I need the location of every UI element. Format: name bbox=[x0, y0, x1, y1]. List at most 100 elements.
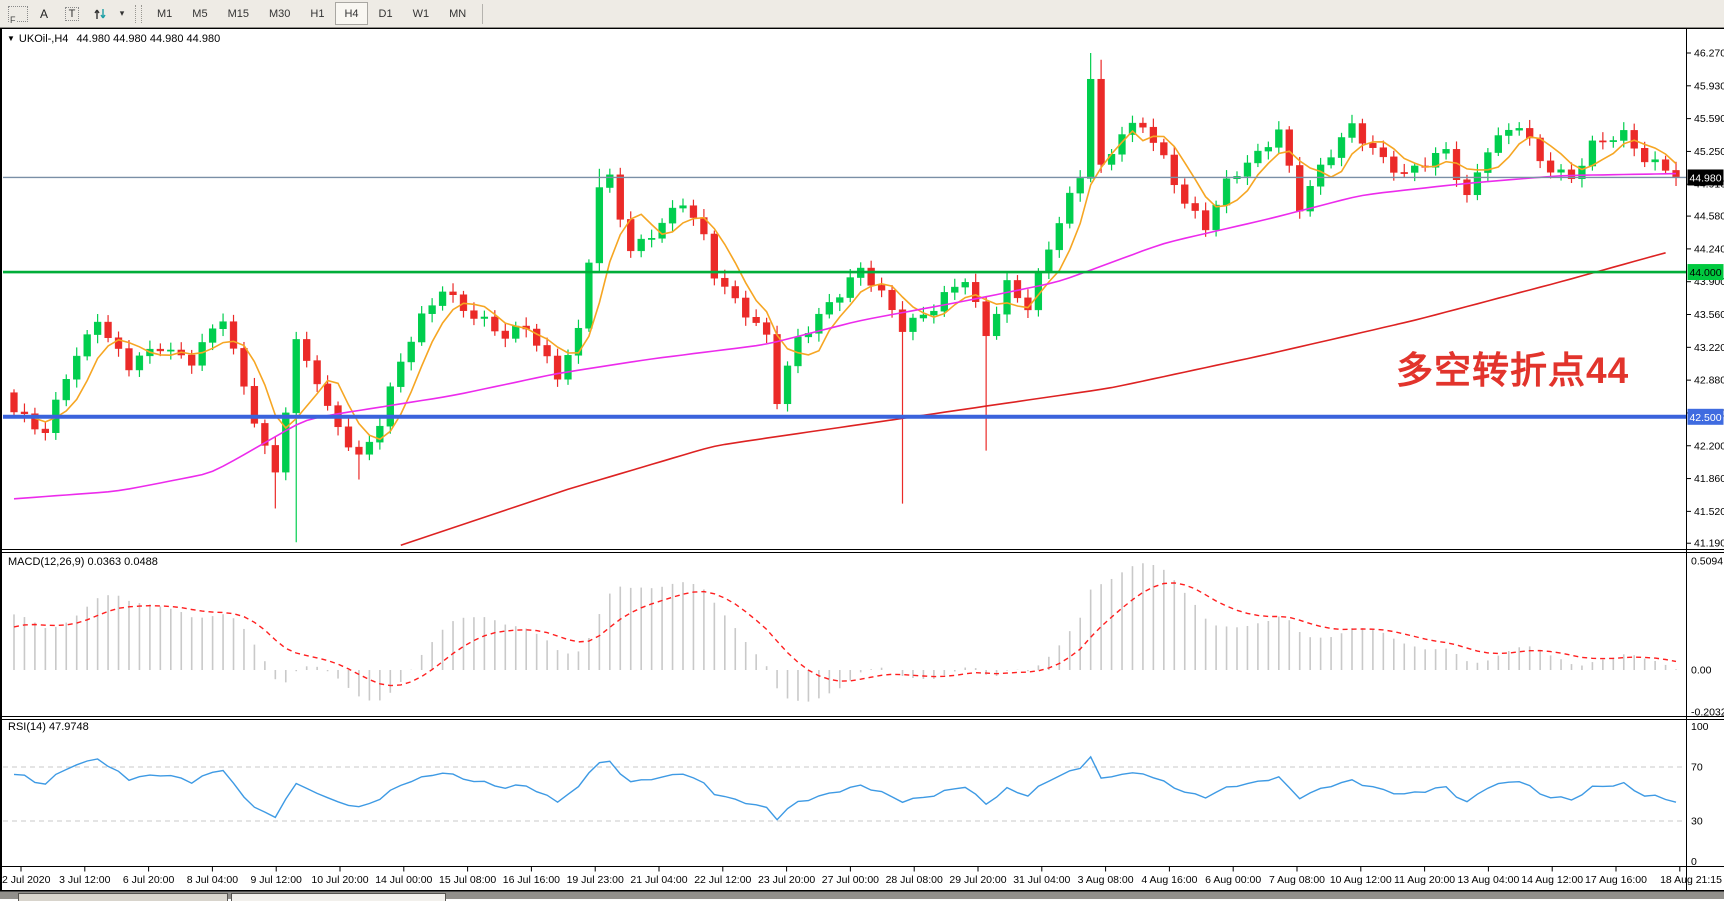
candle-body bbox=[1181, 185, 1188, 204]
candle-body bbox=[366, 442, 373, 454]
macd-signal-line bbox=[14, 583, 1676, 686]
chart-foreground-tool-button[interactable]: F bbox=[1, 2, 29, 26]
candle-body bbox=[303, 339, 310, 360]
time-axis-label: 8 Jul 04:00 bbox=[187, 874, 239, 886]
candle-body bbox=[272, 445, 279, 472]
price-axis-label: 42.880 bbox=[1694, 375, 1724, 387]
candle-body bbox=[188, 355, 195, 365]
candle-body bbox=[397, 362, 404, 387]
time-axis-label: 14 Jul 00:00 bbox=[375, 874, 432, 886]
timeframe-button-m30[interactable]: M30 bbox=[260, 2, 299, 25]
candle-body bbox=[983, 302, 990, 336]
candle-body bbox=[1662, 160, 1669, 171]
candle-body bbox=[1610, 140, 1617, 141]
price-badge-value: 44.000 bbox=[1689, 267, 1721, 279]
candle-body bbox=[1056, 223, 1063, 249]
candle-body bbox=[648, 238, 655, 239]
macd-axis-label: 0.00 bbox=[1691, 665, 1712, 677]
timeframe-button-d1[interactable]: D1 bbox=[370, 2, 402, 25]
candle-body bbox=[1349, 124, 1356, 138]
font-tool-button[interactable]: A bbox=[31, 2, 57, 26]
time-axis-label: 27 Jul 00:00 bbox=[822, 874, 879, 886]
candle-body bbox=[1286, 130, 1293, 166]
candle-body bbox=[1359, 124, 1366, 144]
candle-body bbox=[1589, 141, 1596, 166]
candle-body bbox=[1077, 178, 1084, 193]
time-axis-label: 11 Aug 20:00 bbox=[1394, 874, 1455, 886]
candle-body bbox=[774, 334, 781, 403]
toolbar: F A T ▾ M1M5M15M30H1H4D1W1MN bbox=[0, 0, 1724, 28]
timeframe-button-m1[interactable]: M1 bbox=[148, 2, 181, 25]
candle-body bbox=[199, 342, 206, 365]
candle-body bbox=[94, 322, 101, 335]
candle-body bbox=[439, 292, 446, 306]
candle-body bbox=[930, 311, 937, 315]
symbol-dropdown-icon[interactable]: ▼ bbox=[7, 34, 15, 43]
candle-body bbox=[1464, 180, 1471, 195]
candle-body bbox=[889, 290, 896, 310]
timeframe-button-h4[interactable]: H4 bbox=[335, 2, 367, 25]
candle-body bbox=[826, 302, 833, 314]
font-a-icon: A bbox=[40, 7, 48, 21]
toolbar-grip[interactable] bbox=[135, 5, 142, 23]
candle-body bbox=[429, 306, 436, 314]
timeframe-button-w1[interactable]: W1 bbox=[404, 2, 439, 25]
price-axis-label: 46.270 bbox=[1694, 48, 1724, 60]
price-axis-label: 41.190 bbox=[1694, 538, 1724, 550]
candle-body bbox=[1160, 143, 1167, 155]
text-t-icon: T bbox=[65, 7, 80, 21]
candle-body bbox=[1328, 158, 1335, 165]
candle-body bbox=[1171, 155, 1178, 185]
price-axis-label: 43.220 bbox=[1694, 342, 1724, 354]
text-label-tool-button[interactable]: T bbox=[59, 2, 85, 26]
candle-body bbox=[596, 188, 603, 263]
candle-body bbox=[878, 285, 885, 290]
chart-canvas[interactable]: 46.27045.93045.59045.25044.91044.58044.2… bbox=[0, 0, 1724, 898]
candle-body bbox=[1255, 151, 1262, 163]
candle-body bbox=[1338, 137, 1345, 157]
ma-mid-line bbox=[14, 174, 1676, 499]
candle-body bbox=[1652, 160, 1659, 162]
candle-body bbox=[324, 384, 331, 406]
time-axis-label: 7 Aug 08:00 bbox=[1269, 874, 1325, 886]
price-axis-label: 44.240 bbox=[1694, 243, 1724, 255]
timeframe-button-m15[interactable]: M15 bbox=[219, 2, 258, 25]
timeframe-button-mn[interactable]: MN bbox=[440, 2, 475, 25]
candle-body bbox=[544, 345, 551, 356]
candle-body bbox=[1537, 138, 1544, 161]
rsi-line bbox=[14, 757, 1676, 820]
candle-body bbox=[126, 349, 133, 370]
tool-dropdown-button[interactable]: ▾ bbox=[115, 2, 129, 26]
timeframe-button-m5[interactable]: M5 bbox=[183, 2, 216, 25]
candle-body bbox=[408, 342, 415, 362]
candle-body bbox=[1369, 143, 1376, 147]
mt4-window: { "toolbar": { "tools": [ {"name": "char… bbox=[0, 0, 1724, 898]
candle-body bbox=[554, 356, 561, 379]
chart-title: ▼UKOil-,H444.980 44.980 44.980 44.980 bbox=[7, 33, 220, 45]
timeframe-button-h1[interactable]: H1 bbox=[301, 2, 333, 25]
time-axis-label: 18 Aug 21:15 bbox=[1660, 874, 1722, 886]
rsi-indicator-label: RSI(14) 47.9748 bbox=[8, 721, 89, 733]
time-axis-label: 2 Jul 2020 bbox=[2, 874, 51, 886]
candle-body bbox=[1443, 149, 1450, 153]
price-axis-label: 45.930 bbox=[1694, 80, 1724, 92]
rsi-axis-label: 0 bbox=[1691, 856, 1697, 868]
candle-body bbox=[450, 292, 457, 295]
rsi-axis-label: 100 bbox=[1691, 721, 1709, 733]
candle-body bbox=[1505, 130, 1512, 135]
candle-body bbox=[63, 379, 70, 400]
candle-body bbox=[847, 278, 854, 298]
time-axis-label: 21 Jul 04:00 bbox=[630, 874, 687, 886]
candle-body bbox=[638, 239, 645, 251]
candle-body bbox=[241, 348, 248, 386]
window-tab[interactable] bbox=[18, 893, 228, 901]
candle-body bbox=[293, 339, 300, 412]
candle-body bbox=[314, 361, 321, 384]
candle-body bbox=[282, 413, 289, 472]
price-badge-value: 42.500 bbox=[1689, 412, 1721, 424]
candle-body bbox=[659, 223, 666, 238]
arrange-arrows-button[interactable] bbox=[87, 2, 113, 26]
candle-body bbox=[1066, 193, 1073, 223]
price-badge-value: 44.980 bbox=[1689, 172, 1721, 184]
window-tab[interactable] bbox=[231, 893, 446, 901]
